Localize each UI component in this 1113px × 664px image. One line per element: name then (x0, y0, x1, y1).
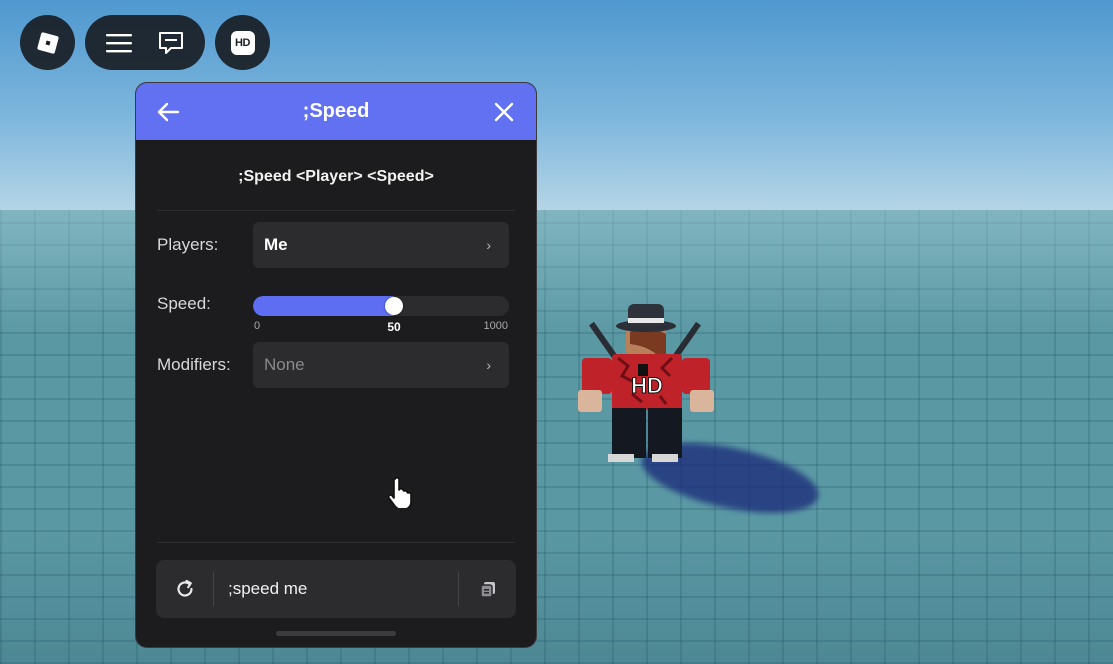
modifiers-value: None (264, 355, 305, 374)
slider-knob[interactable] (385, 297, 403, 315)
divider (157, 542, 515, 543)
refresh-icon (176, 579, 193, 597)
speed-label: Speed: (157, 294, 211, 313)
command-text[interactable]: ;speed me (214, 579, 458, 599)
speed-max-label: 1000 (483, 320, 508, 332)
arrow-left-icon (157, 102, 180, 121)
close-button[interactable] (490, 98, 518, 126)
divider (157, 210, 515, 211)
chevron-right-icon: › (486, 357, 491, 373)
hamburger-menu-icon[interactable] (105, 32, 133, 54)
menu-chat-group (85, 15, 205, 70)
copy-icon (479, 582, 495, 598)
speed-slider[interactable]: 0 50 1000 (253, 292, 509, 338)
players-value: Me (264, 235, 288, 254)
panel-handle (276, 631, 396, 636)
chevron-right-icon: › (486, 237, 491, 253)
chat-icon[interactable] (157, 30, 185, 56)
command-bar: ;speed me (156, 560, 516, 618)
back-button[interactable] (154, 98, 182, 126)
speed-row: Speed: 0 50 1000 (157, 292, 509, 338)
command-panel: ;Speed ;Speed <Player> <Speed> Players: … (135, 82, 537, 648)
modifiers-label: Modifiers: (157, 355, 231, 374)
copy-button[interactable] (459, 560, 516, 618)
panel-header: ;Speed (136, 83, 536, 140)
close-icon (494, 102, 514, 121)
command-syntax: ;Speed <Player> <Speed> (238, 168, 434, 185)
modifiers-select[interactable]: None › (253, 342, 509, 388)
speed-current-label: 50 (387, 320, 401, 334)
roblox-logo-icon (35, 30, 61, 56)
players-label: Players: (157, 235, 219, 254)
refresh-button[interactable] (156, 560, 213, 618)
players-row: Players: Me › (157, 222, 509, 268)
hd-admin-logo: HD (230, 30, 255, 55)
hd-admin-button[interactable]: HD (215, 15, 270, 70)
slider-track[interactable] (253, 296, 509, 316)
speed-min-label: 0 (254, 320, 261, 332)
panel-title: ;Speed (302, 100, 370, 122)
roblox-menu-button[interactable] (20, 15, 75, 70)
hand-cursor-icon (387, 476, 414, 513)
modifiers-row: Modifiers: None › (157, 342, 509, 388)
slider-fill (253, 296, 394, 316)
players-select[interactable]: Me › (253, 222, 509, 268)
